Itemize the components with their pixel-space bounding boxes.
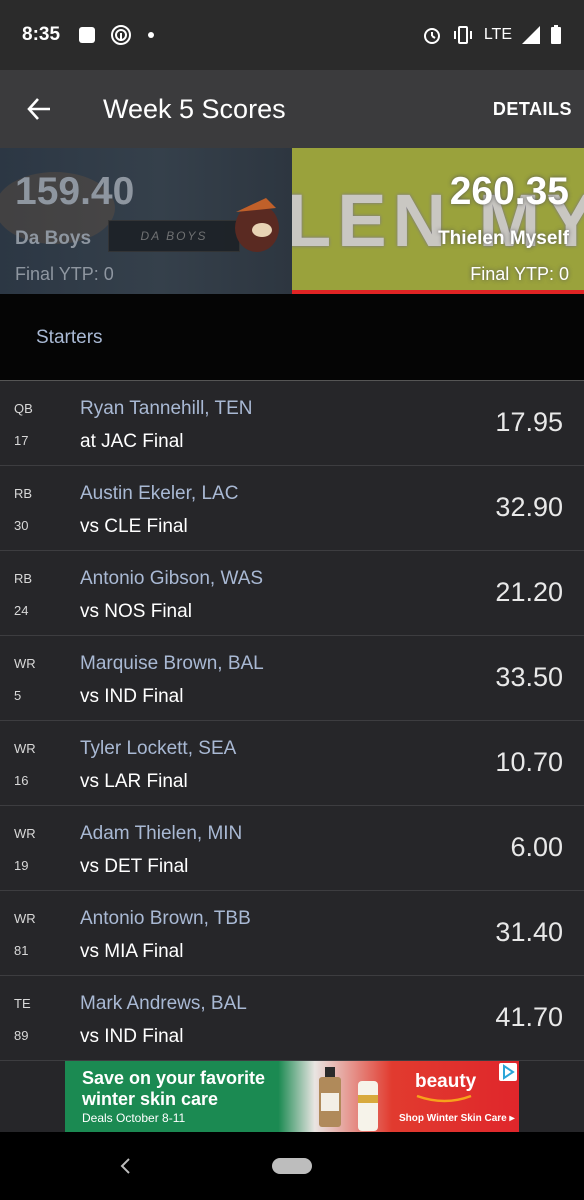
vibrate-icon (453, 26, 472, 44)
player-position: QB (14, 401, 33, 416)
player-position: WR (14, 741, 36, 756)
player-number: 16 (14, 773, 29, 788)
status-time: 8:35 (22, 24, 61, 45)
player-game: vs IND Final (80, 686, 184, 707)
player-game: at JAC Final (80, 431, 184, 452)
amazon-smile-icon (416, 1094, 472, 1103)
player-number: 30 (14, 518, 29, 533)
ad-cta[interactable]: Shop Winter Skin Care ▸ (399, 1113, 515, 1124)
player-row[interactable]: RB 30 Austin Ekeler, LAC vs CLE Final 32… (0, 466, 584, 551)
player-position: WR (14, 656, 36, 671)
player-number: 81 (14, 943, 29, 958)
player-row[interactable]: WR 16 Tyler Lockett, SEA vs LAR Final 10… (0, 721, 584, 806)
player-name[interactable]: Antonio Brown, TBB (80, 908, 251, 930)
starters-label: Starters (36, 327, 103, 348)
fingerprint-icon (111, 25, 132, 45)
player-number: 89 (14, 1028, 29, 1043)
right-team-ytp: Final YTP: 0 (470, 264, 569, 284)
right-team-name: Thielen Myself (438, 228, 569, 249)
nav-home-pill[interactable] (272, 1158, 312, 1174)
ad-headline: Save on your favorite winter skin care (82, 1068, 266, 1109)
dot-icon (148, 32, 155, 38)
team-card-left[interactable]: DA BOYS 159.40 Da Boys Final YTP: 0 (0, 148, 292, 294)
battery-icon (551, 25, 561, 44)
player-number: 19 (14, 858, 29, 873)
player-row[interactable]: TE 89 Mark Andrews, BAL vs IND Final 41.… (0, 976, 584, 1061)
ad-brand: beauty (415, 1071, 477, 1092)
player-points: 31.40 (495, 917, 563, 947)
player-name[interactable]: Mark Andrews, BAL (80, 993, 247, 1015)
player-points: 41.70 (495, 1002, 563, 1032)
player-name[interactable]: Tyler Lockett, SEA (80, 738, 236, 760)
team-logo-text: DA BOYS (140, 229, 208, 243)
system-nav-bar (0, 1132, 584, 1200)
player-name[interactable]: Antonio Gibson, WAS (80, 568, 263, 590)
player-number: 5 (14, 688, 22, 703)
ad-product-bottle-icon (319, 1067, 341, 1127)
player-name[interactable]: Adam Thielen, MIN (80, 823, 242, 845)
mascot-icon (235, 198, 279, 252)
ad-choices-icon[interactable] (499, 1063, 517, 1081)
ad-subtext: Deals October 8-11 (82, 1111, 186, 1125)
player-points: 32.90 (495, 492, 563, 522)
player-game: vs LAR Final (80, 771, 188, 792)
player-row[interactable]: RB 24 Antonio Gibson, WAS vs NOS Final 2… (0, 551, 584, 636)
player-position: TE (14, 996, 31, 1011)
alarm-icon (423, 28, 440, 44)
player-points: 21.20 (495, 577, 563, 607)
player-points: 10.70 (495, 747, 563, 777)
page-title: Week 5 Scores (103, 93, 286, 124)
section-header: Starters (0, 294, 584, 381)
player-points: 17.95 (495, 407, 563, 437)
player-position: WR (14, 826, 36, 841)
player-row[interactable]: WR 19 Adam Thielen, MIN vs DET Final 6.0… (0, 806, 584, 891)
signal-icon (522, 26, 540, 44)
player-name[interactable]: Ryan Tannehill, TEN (80, 398, 253, 420)
player-position: RB (14, 571, 33, 586)
right-team-score: 260.35 (449, 170, 569, 213)
ad-banner[interactable]: Save on your favorite winter skin care D… (65, 1061, 519, 1132)
left-team-name: Da Boys (15, 228, 92, 249)
nav-back-icon[interactable] (118, 1157, 134, 1175)
status-bar: 8:35 LTE (0, 0, 584, 70)
player-name[interactable]: Austin Ekeler, LAC (80, 483, 238, 505)
arrow-back-icon (27, 98, 50, 120)
player-game: vs DET Final (80, 856, 189, 877)
notification-icons (78, 24, 156, 46)
left-team-ytp: Final YTP: 0 (15, 264, 114, 284)
player-game: vs MIA Final (80, 941, 184, 962)
player-points: 33.50 (495, 662, 563, 692)
network-type: LTE (483, 26, 512, 43)
team-logo-banner: DA BOYS (108, 220, 240, 252)
details-button[interactable]: DETAILS (493, 99, 572, 120)
team-card-right[interactable]: LEN MYS 260.35 Thielen Myself Final YTP:… (292, 148, 584, 294)
player-points: 6.00 (510, 832, 563, 862)
left-team-score: 159.40 (15, 170, 135, 213)
player-list: QB 17 Ryan Tannehill, TEN at JAC Final 1… (0, 381, 584, 1061)
app-notification-icon (79, 27, 96, 43)
player-row[interactable]: QB 17 Ryan Tannehill, TEN at JAC Final 1… (0, 381, 584, 466)
player-game: vs NOS Final (80, 601, 192, 622)
player-number: 24 (14, 603, 29, 618)
player-position: WR (14, 911, 36, 926)
player-game: vs IND Final (80, 1026, 184, 1047)
player-row[interactable]: WR 81 Antonio Brown, TBB vs MIA Final 31… (0, 891, 584, 976)
ad-product-tube-icon (358, 1081, 378, 1131)
player-row[interactable]: WR 5 Marquise Brown, BAL vs IND Final 33… (0, 636, 584, 721)
app-bar: Week 5 Scores DETAILS (0, 70, 584, 148)
player-game: vs CLE Final (80, 516, 188, 537)
player-position: RB (14, 486, 33, 501)
player-number: 17 (14, 433, 29, 448)
player-name[interactable]: Marquise Brown, BAL (80, 653, 264, 675)
back-button[interactable] (0, 70, 78, 148)
system-icons: LTE (422, 25, 562, 45)
